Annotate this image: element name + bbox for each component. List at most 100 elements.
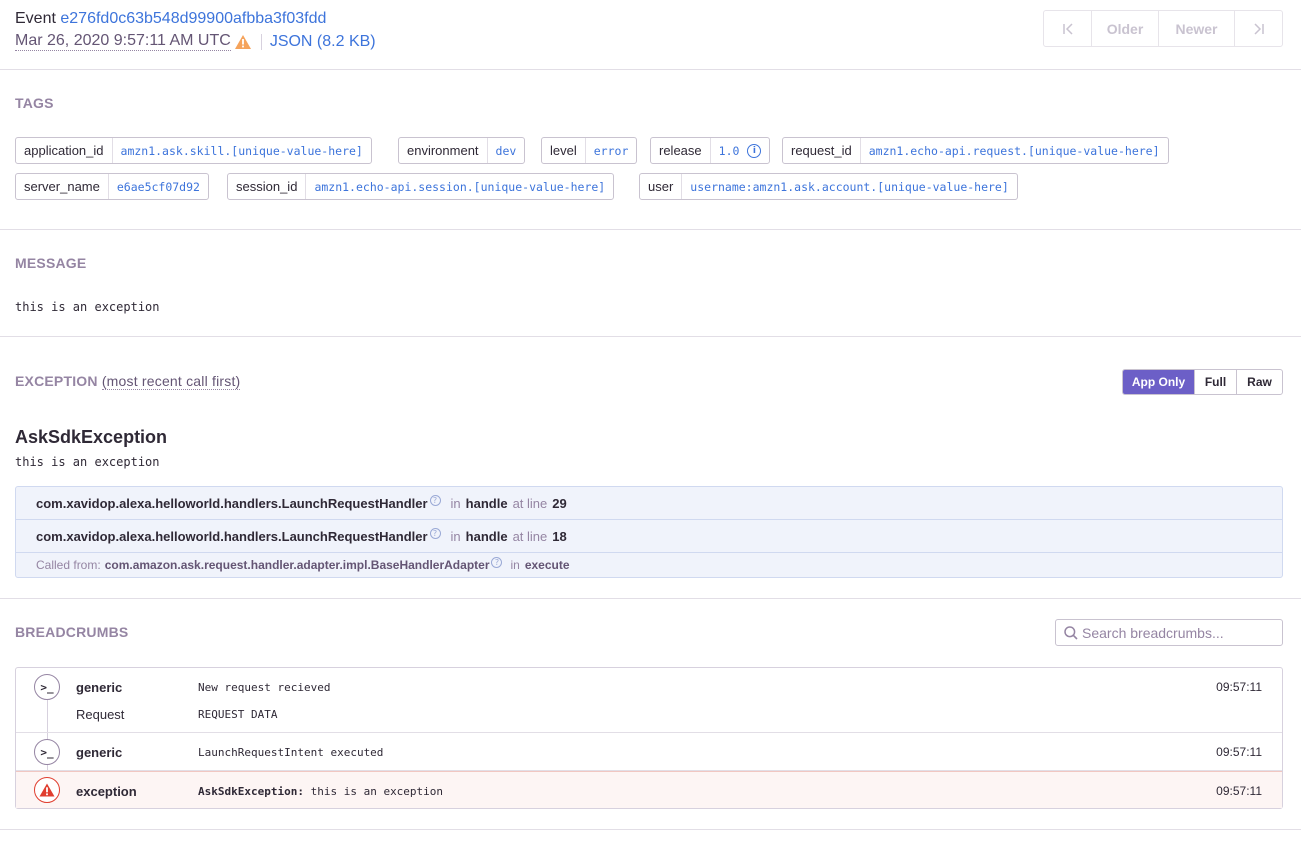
tag-key: level: [542, 138, 586, 163]
exception-value: this is an exception: [15, 455, 160, 469]
first-icon: [1062, 22, 1073, 35]
frame-at-line-label: at line: [512, 495, 548, 511]
tags-title: TAGS: [15, 95, 54, 111]
tag-value[interactable]: e6ae5cf07d92: [109, 174, 208, 199]
frame-in-label: in: [510, 558, 520, 572]
frame-module: com.amazon.ask.request.handler.adapter.i…: [104, 558, 490, 572]
first-event-button[interactable]: [1044, 11, 1092, 46]
tag-level[interactable]: level error: [541, 137, 638, 164]
breadcrumb-message-text: this is an exception: [310, 785, 444, 798]
breadcrumb-category: exception: [76, 784, 137, 799]
help-icon[interactable]: ?: [429, 494, 441, 506]
breadcrumb-message-type: AskSdkException:: [198, 785, 304, 798]
raw-button[interactable]: Raw: [1237, 370, 1282, 394]
tag-user[interactable]: user username:amzn1.ask.account.[unique-…: [639, 173, 1018, 200]
tag-key: application_id: [16, 138, 113, 163]
exception-subtitle[interactable]: (most recent call first): [101, 373, 241, 390]
stack-frame[interactable]: com.xavidop.alexa.helloworld.handlers.La…: [16, 487, 1282, 520]
event-date: Mar 26, 2020 9:57:11 AM UTC: [15, 32, 231, 51]
search-icon: [1064, 625, 1078, 640]
tag-key: session_id: [228, 174, 307, 199]
event-meta: Mar 26, 2020 9:57:11 AM UTC JSON (8.2 KB…: [15, 32, 376, 51]
frame-in-label: in: [450, 495, 461, 511]
section-divider: [0, 598, 1301, 599]
breadcrumb-time: 09:57:11: [1216, 784, 1262, 798]
breadcrumbs-title: BREADCRUMBS: [15, 624, 129, 640]
stack-frame[interactable]: com.xavidop.alexa.helloworld.handlers.La…: [16, 520, 1282, 553]
terminal-icon: >_: [34, 739, 60, 765]
tag-key: request_id: [783, 138, 861, 163]
event-id[interactable]: e276fd0c63b548d99900afbba3f03fdd: [60, 10, 326, 27]
tag-value-wrap: 1.0 i: [711, 138, 770, 163]
breadcrumbs-list: >_ generic New request recieved 09:57:11…: [15, 667, 1283, 809]
event-label: Event: [15, 10, 56, 27]
stack-frame-called-from[interactable]: Called from: com.amazon.ask.request.hand…: [16, 553, 1282, 577]
breadcrumb-item[interactable]: >_ generic LaunchRequestIntent executed …: [16, 733, 1282, 771]
tag-environment[interactable]: environment dev: [398, 137, 526, 164]
newer-event-button[interactable]: Newer: [1159, 11, 1235, 46]
breadcrumb-data-label: Request: [76, 707, 125, 722]
tag-request-id[interactable]: request_id amzn1.echo-api.request.[uniqu…: [782, 137, 1169, 164]
breadcrumb-item-exception[interactable]: exception AskSdkException: this is an ex…: [16, 771, 1282, 808]
warning-icon: [234, 34, 251, 49]
frame-module: com.xavidop.alexa.helloworld.handlers.La…: [36, 495, 428, 511]
tag-value[interactable]: error: [586, 138, 637, 163]
breadcrumb-search[interactable]: [1055, 619, 1283, 646]
breadcrumb-category: generic: [76, 745, 123, 760]
event-pager: Older Newer: [1043, 10, 1283, 47]
called-from-label: Called from:: [36, 558, 101, 572]
info-icon[interactable]: i: [747, 143, 762, 158]
tag-release[interactable]: release 1.0 i: [650, 137, 771, 164]
tag-session-id[interactable]: session_id amzn1.echo-api.session.[uniqu…: [227, 173, 615, 200]
frame-module: com.xavidop.alexa.helloworld.handlers.La…: [36, 528, 428, 544]
section-divider: [0, 829, 1301, 830]
help-icon[interactable]: ?: [429, 527, 441, 539]
stacktrace-frames: com.xavidop.alexa.helloworld.handlers.La…: [15, 486, 1283, 578]
frame-in-label: in: [450, 528, 461, 544]
tag-key: server_name: [16, 174, 109, 199]
breadcrumb-item[interactable]: >_ generic New request recieved 09:57:11…: [16, 668, 1282, 733]
tag-value[interactable]: username:amzn1.ask.account.[unique-value…: [682, 174, 1017, 199]
tag-key: release: [651, 138, 711, 163]
event-header: Event e276fd0c63b548d99900afbba3f03fdd M…: [0, 0, 1301, 70]
json-link[interactable]: JSON (8.2 KB): [270, 33, 376, 51]
tag-value[interactable]: amzn1.echo-api.session.[unique-value-her…: [306, 174, 613, 199]
warning-icon: [34, 777, 60, 803]
tag-server-name[interactable]: server_name e6ae5cf07d92: [15, 173, 209, 200]
breadcrumb-message: New request recieved: [198, 681, 331, 694]
section-divider: [0, 336, 1301, 337]
exception-type: AskSdkException: [15, 427, 168, 447]
tag-value[interactable]: amzn1.echo-api.request.[unique-value-her…: [861, 138, 1168, 163]
event-title: Event e276fd0c63b548d99900afbba3f03fdd: [15, 10, 326, 28]
message-title: MESSAGE: [15, 255, 87, 271]
tag-key: user: [640, 174, 683, 199]
frame-function: handle: [465, 528, 508, 544]
stacktrace-view-toggle: App Only Full Raw: [1122, 369, 1283, 395]
older-event-button[interactable]: Older: [1092, 11, 1159, 46]
tag-value[interactable]: amzn1.ask.skill.[unique-value-here]: [113, 138, 371, 163]
help-icon[interactable]: ?: [491, 556, 503, 568]
exception-title-label: EXCEPTION: [15, 373, 98, 389]
tag-application-id[interactable]: application_id amzn1.ask.skill.[unique-v…: [15, 137, 372, 164]
tag-key: environment: [399, 138, 488, 163]
frame-line: 29: [552, 495, 567, 511]
last-event-button[interactable]: [1235, 11, 1282, 46]
full-button[interactable]: Full: [1195, 370, 1237, 394]
divider: [260, 33, 262, 50]
breadcrumb-time: 09:57:11: [1216, 680, 1262, 694]
app-only-button[interactable]: App Only: [1123, 370, 1195, 394]
breadcrumb-time: 09:57:11: [1216, 745, 1262, 759]
search-input[interactable]: [1082, 624, 1272, 641]
last-icon: [1253, 22, 1264, 35]
tag-value[interactable]: dev: [488, 138, 525, 163]
message-text: this is an exception: [15, 300, 160, 314]
frame-line: 18: [552, 528, 567, 544]
tag-value[interactable]: 1.0: [719, 144, 740, 158]
breadcrumb-data-value: REQUEST DATA: [198, 708, 278, 721]
frame-function: execute: [524, 558, 570, 572]
exception-title: EXCEPTION (most recent call first): [15, 373, 241, 390]
section-divider: [0, 229, 1301, 230]
breadcrumb-message: LaunchRequestIntent executed: [198, 746, 384, 759]
frame-function: handle: [465, 495, 508, 511]
breadcrumb-message: AskSdkException: this is an exception: [198, 785, 443, 798]
